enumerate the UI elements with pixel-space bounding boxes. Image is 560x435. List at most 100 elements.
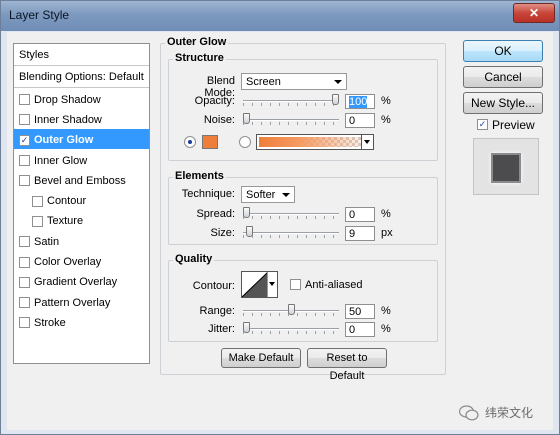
close-icon: ✕ bbox=[528, 6, 540, 20]
style-item-checkbox[interactable] bbox=[19, 256, 30, 268]
size-slider-thumb[interactable] bbox=[246, 226, 253, 237]
size-unit: px bbox=[381, 227, 393, 239]
style-item-inner-glow[interactable]: Inner Glow bbox=[14, 149, 149, 169]
make-default-button[interactable]: Make Default bbox=[221, 348, 301, 368]
style-item-checkbox[interactable] bbox=[32, 195, 43, 207]
style-item-label: Contour bbox=[47, 195, 87, 208]
noise-unit: % bbox=[381, 114, 391, 126]
preview-square bbox=[491, 153, 521, 183]
chevron-down-icon[interactable] bbox=[267, 272, 277, 297]
check-icon: ✓ bbox=[478, 119, 487, 129]
opacity-input[interactable]: 100 bbox=[345, 94, 375, 109]
glow-color-swatch[interactable] bbox=[202, 135, 218, 149]
style-item-checkbox[interactable] bbox=[19, 94, 30, 106]
blend-mode-value: Screen bbox=[246, 76, 281, 88]
cancel-button[interactable]: Cancel bbox=[463, 66, 543, 88]
opacity-slider-thumb[interactable] bbox=[332, 94, 339, 105]
size-label: Size: bbox=[210, 227, 235, 239]
style-item-label: Satin bbox=[34, 235, 60, 248]
ok-button[interactable]: OK bbox=[463, 40, 543, 62]
dialog-body: Styles Blending Options: Default Drop Sh… bbox=[7, 32, 553, 430]
style-item-inner-shadow[interactable]: Inner Shadow bbox=[14, 108, 149, 128]
spread-slider[interactable] bbox=[243, 207, 339, 219]
style-item-checkbox[interactable] bbox=[32, 215, 43, 227]
anti-aliased-label: Anti-aliased bbox=[305, 279, 363, 291]
range-label: Range: bbox=[199, 305, 235, 317]
style-item-label: Texture bbox=[47, 215, 84, 228]
opacity-slider[interactable] bbox=[243, 94, 339, 106]
spread-input[interactable]: 0 bbox=[345, 207, 375, 222]
watermark-text: 纬荣文化 bbox=[485, 406, 534, 420]
reset-to-default-button[interactable]: Reset to Default bbox=[307, 348, 387, 382]
technique-select[interactable]: Softer bbox=[241, 186, 295, 203]
style-item-checkbox[interactable] bbox=[19, 297, 30, 309]
style-item-texture[interactable]: Texture bbox=[14, 210, 149, 230]
style-item-label: Drop Shadow bbox=[34, 93, 101, 106]
style-item-label: Inner Shadow bbox=[34, 113, 102, 126]
style-item-label: Gradient Overlay bbox=[34, 276, 118, 289]
solid-color-radio[interactable] bbox=[184, 136, 196, 148]
style-item-label: Outer Glow bbox=[34, 134, 94, 147]
contour-curve-icon bbox=[242, 272, 269, 297]
contour-picker[interactable] bbox=[241, 271, 278, 298]
spread-slider-thumb[interactable] bbox=[243, 207, 250, 218]
range-input[interactable]: 50 bbox=[345, 304, 375, 319]
technique-label: Technique: bbox=[181, 188, 235, 200]
new-style-button[interactable]: New Style... bbox=[463, 92, 543, 114]
style-item-bevel-and-emboss[interactable]: Bevel and Emboss bbox=[14, 169, 149, 189]
style-item-drop-shadow[interactable]: Drop Shadow bbox=[14, 88, 149, 108]
chevron-down-icon bbox=[334, 80, 342, 84]
preview-checkbox[interactable]: ✓ bbox=[477, 119, 488, 130]
outer-glow-title: Outer Glow bbox=[165, 36, 229, 48]
jitter-slider[interactable] bbox=[243, 322, 339, 334]
range-slider[interactable] bbox=[243, 304, 339, 316]
blend-mode-select[interactable]: Screen bbox=[241, 73, 347, 90]
style-item-checkbox[interactable] bbox=[19, 155, 30, 167]
anti-aliased-checkbox[interactable] bbox=[290, 279, 301, 290]
style-item-gradient-overlay[interactable]: Gradient Overlay bbox=[14, 271, 149, 291]
style-item-checkbox[interactable] bbox=[19, 236, 30, 248]
watermark: 纬荣文化 bbox=[459, 404, 533, 421]
range-slider-thumb[interactable] bbox=[288, 304, 295, 315]
layer-style-dialog: Layer Style ✕ Styles Blending Options: D… bbox=[0, 0, 560, 435]
style-item-contour[interactable]: Contour bbox=[14, 189, 149, 209]
styles-header[interactable]: Styles bbox=[14, 44, 149, 66]
window-title: Layer Style bbox=[9, 8, 70, 22]
style-item-checkbox[interactable] bbox=[19, 317, 30, 329]
jitter-value: 0 bbox=[349, 324, 356, 336]
title-bar[interactable]: Layer Style ✕ bbox=[1, 1, 559, 31]
opacity-label: Opacity: bbox=[194, 95, 235, 107]
quality-title: Quality bbox=[173, 253, 215, 265]
size-slider[interactable] bbox=[243, 226, 339, 238]
chevron-down-icon bbox=[282, 193, 290, 197]
style-preview-thumbnail bbox=[473, 138, 539, 195]
style-item-satin[interactable]: Satin bbox=[14, 230, 149, 250]
style-item-checkbox[interactable] bbox=[19, 114, 30, 126]
elements-title: Elements bbox=[173, 170, 226, 182]
style-item-checkbox[interactable]: ✓ bbox=[19, 134, 30, 146]
opacity-value: 100 bbox=[349, 96, 368, 108]
structure-title: Structure bbox=[173, 52, 226, 64]
style-item-pattern-overlay[interactable]: Pattern Overlay bbox=[14, 291, 149, 311]
size-input[interactable]: 9 bbox=[345, 226, 375, 241]
close-button[interactable]: ✕ bbox=[513, 3, 555, 23]
style-item-checkbox[interactable] bbox=[19, 175, 30, 187]
blending-options-item[interactable]: Blending Options: Default bbox=[14, 66, 149, 88]
jitter-slider-thumb[interactable] bbox=[243, 322, 250, 333]
style-item-stroke[interactable]: Stroke bbox=[14, 311, 149, 331]
gradient-picker[interactable] bbox=[256, 134, 374, 150]
style-item-checkbox[interactable] bbox=[19, 276, 30, 288]
noise-slider[interactable] bbox=[243, 113, 339, 125]
style-items: Drop Shadow Inner Shadow ✓ Outer Glow Inner … bbox=[14, 88, 149, 332]
noise-slider-thumb[interactable] bbox=[243, 113, 250, 124]
noise-input[interactable]: 0 bbox=[345, 113, 375, 128]
gradient-radio[interactable] bbox=[239, 136, 251, 148]
preview-label: Preview bbox=[492, 118, 535, 132]
chevron-down-icon[interactable] bbox=[361, 135, 373, 149]
jitter-input[interactable]: 0 bbox=[345, 322, 375, 337]
spread-value: 0 bbox=[349, 209, 356, 221]
style-item-color-overlay[interactable]: Color Overlay bbox=[14, 250, 149, 270]
style-item-label: Stroke bbox=[34, 316, 66, 329]
technique-value: Softer bbox=[246, 189, 276, 201]
style-item-outer-glow[interactable]: ✓ Outer Glow bbox=[14, 128, 149, 149]
